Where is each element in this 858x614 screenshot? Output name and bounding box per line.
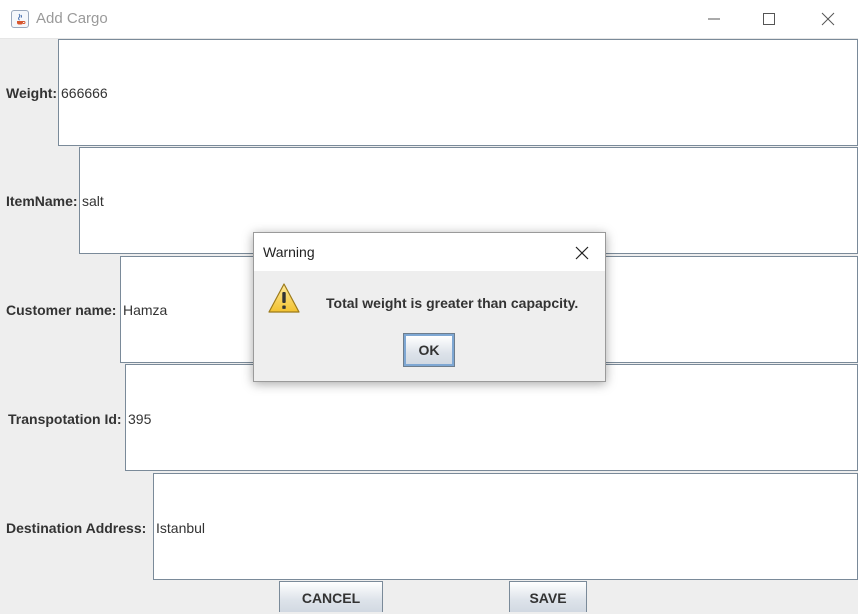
window-titlebar: Add Cargo [0, 0, 858, 39]
dialog-title: Warning [263, 244, 315, 260]
destination-address-field[interactable] [153, 473, 858, 580]
destination-address-label: Destination Address: [6, 520, 147, 536]
window-title: Add Cargo [36, 10, 108, 27]
customer-name-value: Hamza [123, 302, 168, 318]
minimize-icon [708, 18, 720, 20]
dialog-close-button[interactable] [573, 244, 591, 262]
close-icon [821, 12, 835, 26]
item-name-label: ItemName: [6, 193, 78, 209]
close-icon [575, 246, 589, 260]
destination-address-value: Istanbul [156, 520, 206, 536]
close-window-button[interactable] [800, 0, 858, 38]
weight-field[interactable] [58, 39, 858, 146]
minimize-button[interactable] [686, 0, 744, 38]
save-button[interactable]: SAVE [509, 581, 587, 612]
ok-button[interactable]: OK [403, 333, 455, 367]
item-name-value: salt [82, 193, 104, 209]
transportation-id-value: 395 [128, 411, 152, 427]
dialog-titlebar: Warning [254, 233, 605, 271]
weight-label: Weight: [6, 85, 58, 101]
weight-value: 666666 [61, 85, 108, 101]
warning-icon [267, 281, 301, 319]
maximize-icon [763, 13, 775, 25]
dialog-message: Total weight is greater than capapcity. [326, 295, 579, 311]
maximize-button[interactable] [741, 0, 799, 38]
customer-name-label: Customer name: [6, 302, 117, 318]
java-app-icon [11, 10, 29, 28]
warning-dialog: Warning Total weight is greater than cap… [253, 232, 606, 382]
cancel-button[interactable]: CANCEL [279, 581, 383, 612]
transportation-id-label: Transpotation Id: [8, 411, 122, 427]
